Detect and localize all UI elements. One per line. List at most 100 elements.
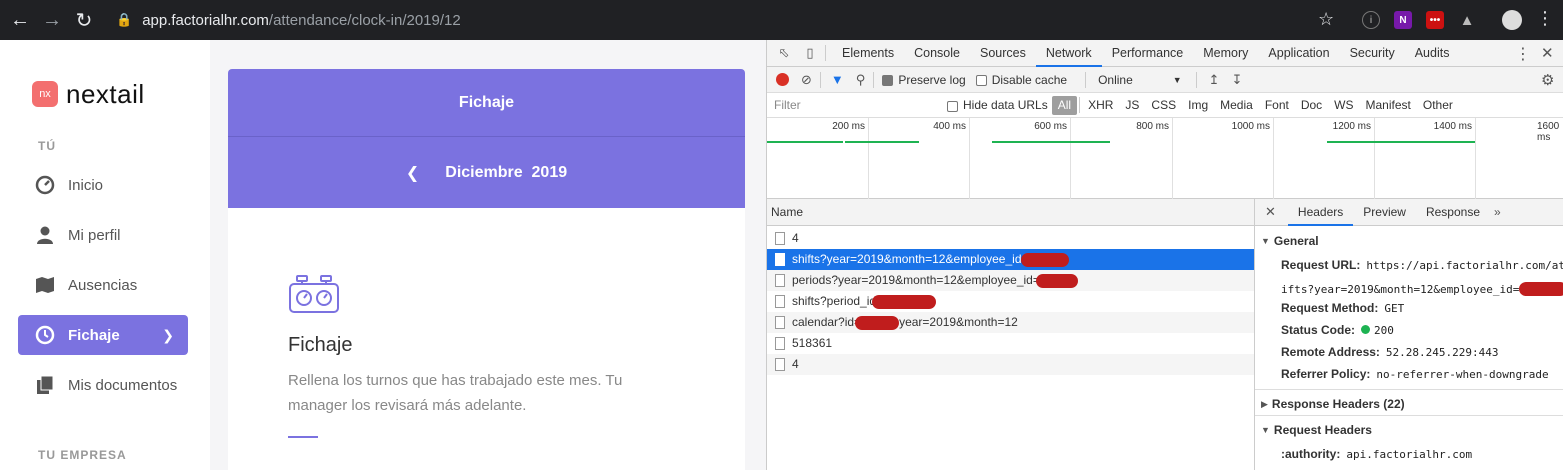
type-filter-img[interactable]: Img — [1182, 96, 1214, 115]
filter-input[interactable]: Filter — [771, 95, 937, 115]
type-filter-xhr[interactable]: XHR — [1082, 96, 1119, 115]
sidebar-item-label: Mis documentos — [68, 376, 178, 394]
address-bar[interactable]: 🔒 app.factorialhr.com/attendance/clock-i… — [106, 4, 1358, 36]
sidebar-item-mi-perfil[interactable]: Mi perfil — [18, 215, 188, 255]
request-name: 4 — [792, 357, 799, 371]
request-row[interactable]: 4 — [767, 354, 1254, 375]
sidebar-item-label: Ausencias — [68, 276, 138, 294]
type-filter-ws[interactable]: WS — [1328, 96, 1359, 115]
status-code-value: 200 — [1374, 324, 1394, 337]
tab-console[interactable]: Console — [904, 40, 970, 67]
sidebar-item-fichaje[interactable]: Fichaje ❯ — [18, 315, 188, 355]
disable-cache-label: Disable cache — [991, 72, 1068, 87]
sidebar-item-inicio[interactable]: Inicio — [18, 165, 188, 205]
record-icon[interactable] — [776, 73, 789, 86]
general-section-toggle[interactable]: ▼ General — [1261, 234, 1319, 248]
tab-performance[interactable]: Performance — [1102, 40, 1194, 67]
referrer-policy-label: Referrer Policy: — [1281, 367, 1371, 381]
tab-headers[interactable]: Headers — [1287, 199, 1354, 226]
request-url-row-cont: ifts?year=2019&month=12&employee_id= — [1281, 279, 1563, 296]
device-toolbar-icon[interactable]: ▯ — [801, 44, 819, 62]
sidebar-item-mis-documentos[interactable]: Mis documentos — [18, 365, 188, 405]
tab-preview[interactable]: Preview — [1353, 199, 1416, 226]
file-icon — [775, 337, 785, 350]
tab-memory[interactable]: Memory — [1193, 40, 1258, 67]
request-row[interactable]: calendar?id= year=2019&month=12 — [767, 312, 1254, 333]
reload-icon[interactable]: ↻ — [68, 4, 100, 36]
export-har-icon[interactable]: ↧ — [1232, 72, 1243, 88]
info-extension-icon[interactable]: i — [1362, 11, 1380, 29]
browser-toolbar: ← → ↻ 🔒 app.factorialhr.com/attendance/c… — [0, 0, 1563, 40]
tab-response[interactable]: Response — [1416, 199, 1490, 226]
devtools-menu-icon[interactable]: ⋮ — [1515, 44, 1531, 64]
tab-application[interactable]: Application — [1258, 40, 1339, 67]
type-filter-all[interactable]: All — [1051, 95, 1078, 115]
drive-extension-icon[interactable]: ▲ — [1458, 11, 1476, 29]
timeline-tick-label: 1400 ms — [1433, 121, 1472, 132]
column-header-name[interactable]: Name — [767, 199, 1254, 226]
search-icon[interactable]: ⚲ — [856, 72, 866, 88]
checkbox-unchecked[interactable] — [947, 100, 958, 112]
disable-cache-checkbox[interactable]: Disable cache — [975, 72, 1068, 87]
sidebar-item-ausencias[interactable]: Ausencias — [18, 265, 188, 305]
request-headers-toggle[interactable]: ▼ Request Headers — [1261, 423, 1372, 437]
chevron-left-icon[interactable]: ❮ — [406, 163, 419, 183]
checkbox-checked[interactable] — [882, 75, 894, 86]
dots-extension-icon[interactable]: ••• — [1426, 11, 1444, 29]
request-row-selected[interactable]: shifts?year=2019&month=12&employee_id= — [767, 249, 1254, 270]
section-label-company: TU EMPRESA — [38, 448, 127, 462]
filter-icon[interactable]: ▼ — [831, 72, 844, 87]
tab-elements[interactable]: Elements — [832, 40, 904, 67]
close-icon[interactable]: ✕ — [1541, 44, 1554, 62]
back-icon[interactable]: ← — [4, 4, 36, 36]
chevron-right-icon: ❯ — [162, 326, 174, 343]
type-filter-doc[interactable]: Doc — [1295, 96, 1328, 115]
more-tabs-icon[interactable]: » — [1494, 205, 1501, 219]
hide-data-urls-checkbox[interactable]: Hide data URLs — [947, 98, 1048, 112]
type-filter-js[interactable]: JS — [1119, 96, 1145, 115]
profile-avatar[interactable] — [1502, 10, 1522, 30]
response-headers-toggle[interactable]: ▶ Response Headers (22) — [1261, 397, 1405, 411]
timeline-tick-label: 1600 ms — [1537, 121, 1560, 143]
bookmark-star-icon[interactable]: ☆ — [1318, 9, 1334, 30]
inspect-element-icon[interactable]: ⬁ — [775, 44, 793, 62]
status-code-row: Status Code: 200 — [1281, 323, 1394, 337]
url-host: app.factorialhr.com — [142, 11, 269, 29]
request-row[interactable]: 4 — [767, 228, 1254, 249]
type-filter-other[interactable]: Other — [1417, 96, 1459, 115]
browser-menu-icon[interactable]: ⋮ — [1536, 8, 1554, 29]
timeline-gridline — [1172, 118, 1173, 199]
network-overview-timeline[interactable]: 200 ms 400 ms 600 ms 800 ms 1000 ms 1200… — [767, 118, 1563, 199]
type-filter-font[interactable]: Font — [1259, 96, 1295, 115]
section-heading: Fichaje — [288, 334, 353, 356]
type-filter-media[interactable]: Media — [1214, 96, 1259, 115]
preserve-log-label: Preserve log — [898, 72, 966, 87]
import-har-icon[interactable]: ↥ — [1209, 72, 1220, 88]
forward-icon[interactable]: → — [36, 4, 68, 36]
redaction-mark — [872, 294, 937, 309]
tab-sources[interactable]: Sources — [970, 40, 1036, 67]
tab-security[interactable]: Security — [1340, 40, 1405, 67]
request-name: shifts?year=2019&month=12&employee_id= — [792, 252, 1029, 266]
settings-gear-icon[interactable]: ⚙ — [1541, 71, 1554, 89]
logo-badge: nx — [32, 81, 58, 107]
tab-audits[interactable]: Audits — [1405, 40, 1460, 67]
type-filter-manifest[interactable]: Manifest — [1360, 96, 1417, 115]
throttling-select[interactable]: Online ▼ — [1098, 73, 1182, 87]
request-row[interactable]: 518361 — [767, 333, 1254, 354]
section-label-you: TÚ — [38, 139, 56, 153]
triangle-right-icon: ▶ — [1261, 398, 1268, 409]
onenote-extension-icon[interactable]: N — [1394, 11, 1412, 29]
checkbox-unchecked[interactable] — [975, 75, 987, 86]
request-url-value: https://api.factorialhr.com/at — [1366, 259, 1563, 272]
request-row[interactable]: periods?year=2019&month=12&employee_id= — [767, 270, 1254, 291]
accent-divider — [288, 436, 318, 438]
preserve-log-checkbox[interactable]: Preserve log — [882, 72, 966, 87]
request-name: shifts?period_id — [792, 294, 877, 308]
clear-icon[interactable]: ⊘ — [801, 72, 812, 88]
close-icon[interactable]: ✕ — [1265, 204, 1276, 220]
redaction-mark — [1519, 282, 1563, 296]
type-filter-css[interactable]: CSS — [1145, 96, 1182, 115]
request-row[interactable]: shifts?period_id — [767, 291, 1254, 312]
tab-network[interactable]: Network — [1035, 40, 1102, 67]
